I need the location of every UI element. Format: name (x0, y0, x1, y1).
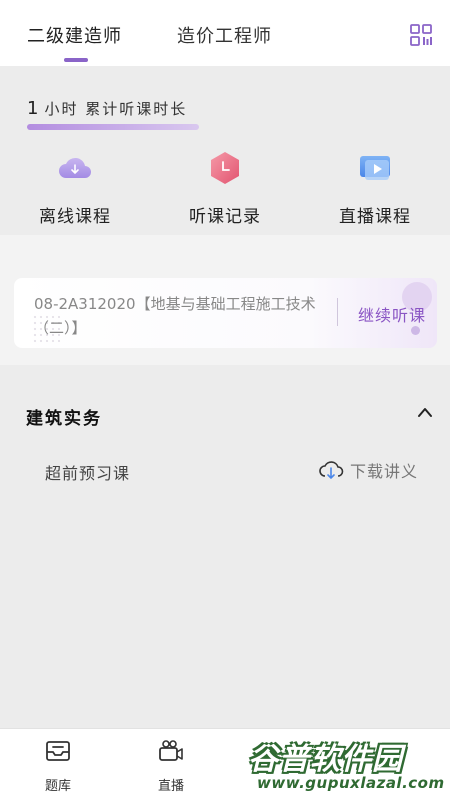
quick-live-courses-label: 直播课程 (339, 207, 411, 227)
download-handout-button[interactable]: 下载讲义 (318, 458, 418, 482)
quick-offline-courses-label: 离线课程 (39, 207, 111, 227)
study-hours-bar (27, 124, 199, 130)
nav-question-bank-label: 题库 (44, 779, 71, 794)
watermark-url: www.gupuxlazal.com (254, 774, 448, 792)
card-divider (337, 298, 338, 326)
chevron-up-icon[interactable] (417, 406, 433, 418)
top-header: 二级建造师 造价工程师 (0, 0, 450, 66)
clock-hexagon-icon (211, 152, 239, 184)
live-video-icon (360, 156, 390, 180)
lesson-item[interactable]: 超前预习课 (45, 460, 130, 484)
video-camera-icon (159, 740, 183, 761)
download-handout-label: 下载讲义 (350, 462, 419, 481)
mail-tray-icon (46, 741, 70, 761)
watermark-text: 谷普软件园 (248, 742, 403, 777)
tab-cost-engineer[interactable]: 造价工程师 (177, 22, 272, 48)
quick-live-courses[interactable]: 直播课程 (300, 150, 450, 227)
cloud-download-icon (319, 461, 344, 480)
qr-code-icon[interactable] (410, 24, 432, 46)
section-title: 建筑实务 (26, 409, 102, 429)
nav-question-bank[interactable]: 题库 (28, 737, 88, 794)
resume-lesson-title: 08-2A312020【地基与基础工程施工技术（二）】 (34, 295, 316, 337)
study-hours-label: 小时 累计听课时长 (44, 100, 188, 118)
quick-listen-history[interactable]: 听课记录 (150, 150, 300, 227)
resume-lesson-card[interactable]: 08-2A312020【地基与基础工程施工技术（二）】 继续听课 (14, 278, 437, 348)
continue-listening-button[interactable]: 继续听课 (358, 302, 426, 326)
study-hours-value: 1 (27, 98, 39, 119)
active-tab-indicator (64, 58, 88, 62)
watermark-logo: 谷普软件园 www.gupuxlazal.com (248, 730, 448, 800)
cloud-download-icon (59, 157, 91, 178)
nav-live-label: 直播 (157, 779, 184, 794)
tab-second-class-constructor[interactable]: 二级建造师 (27, 22, 122, 48)
nav-live[interactable]: 直播 (141, 737, 201, 794)
card-bubble-decoration (411, 326, 420, 335)
quick-offline-courses[interactable]: 离线课程 (0, 150, 150, 227)
quick-listen-history-label: 听课记录 (189, 207, 261, 227)
